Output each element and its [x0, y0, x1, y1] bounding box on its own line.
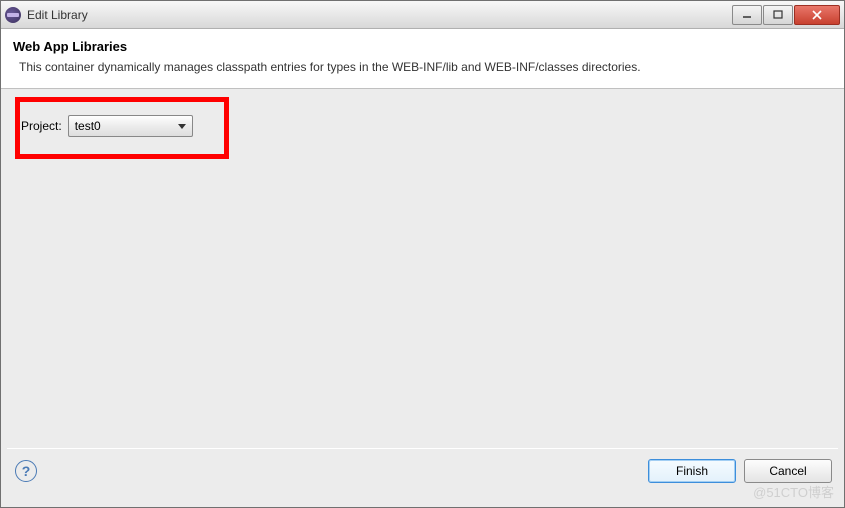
- titlebar[interactable]: Edit Library: [1, 1, 844, 29]
- minimize-icon: [742, 10, 752, 20]
- maximize-button[interactable]: [763, 5, 793, 25]
- minimize-button[interactable]: [732, 5, 762, 25]
- footer-section: ? Finish Cancel: [1, 449, 844, 493]
- dialog-window: Edit Library Web App Libraries This cont…: [0, 0, 845, 508]
- finish-button[interactable]: Finish: [648, 459, 736, 483]
- window-controls: [732, 5, 840, 25]
- eclipse-icon: [5, 7, 21, 23]
- project-select[interactable]: test0: [68, 115, 193, 137]
- window-title: Edit Library: [27, 8, 732, 22]
- header-section: Web App Libraries This container dynamic…: [1, 29, 844, 89]
- project-select-value: test0: [75, 119, 101, 133]
- cancel-button-label: Cancel: [769, 464, 806, 478]
- cancel-button[interactable]: Cancel: [744, 459, 832, 483]
- project-row: Project: test0: [21, 115, 193, 137]
- help-icon: ?: [22, 463, 31, 479]
- help-button[interactable]: ?: [15, 460, 37, 482]
- page-description: This container dynamically manages class…: [13, 60, 832, 74]
- project-label: Project:: [21, 119, 62, 133]
- footer-buttons: Finish Cancel: [648, 459, 832, 483]
- close-icon: [811, 9, 823, 21]
- divider: [7, 448, 838, 449]
- finish-button-label: Finish: [676, 464, 708, 478]
- body-section: Project: test0: [1, 89, 844, 449]
- close-button[interactable]: [794, 5, 840, 25]
- page-title: Web App Libraries: [13, 39, 832, 54]
- maximize-icon: [773, 10, 783, 20]
- chevron-down-icon: [178, 124, 186, 129]
